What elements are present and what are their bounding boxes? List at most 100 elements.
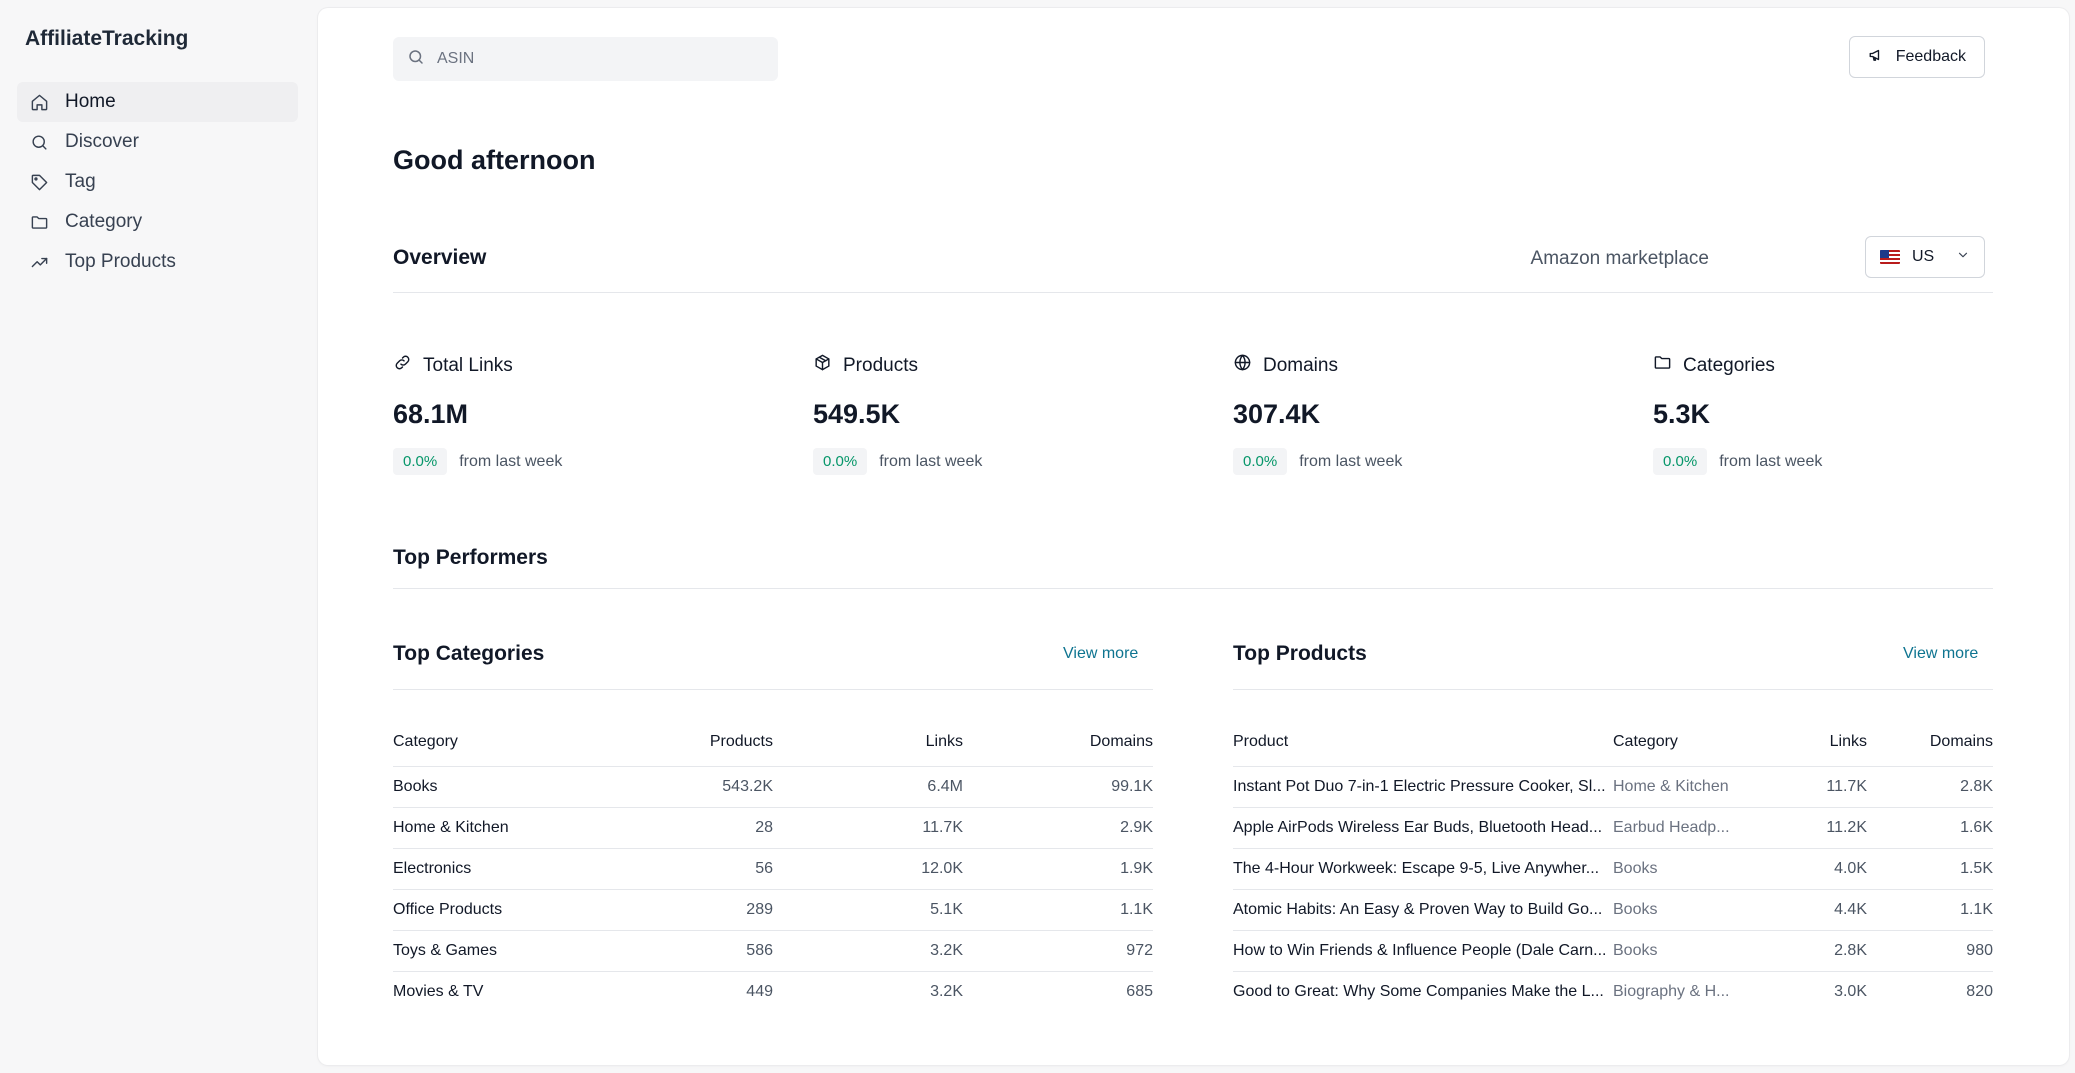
- stat-products: Products 549.5K 0.0% from last week: [813, 353, 1193, 475]
- table-cell: 449: [746, 982, 773, 1000]
- top-performers-title: Top Performers: [393, 546, 548, 569]
- table-cell: 980: [1867, 930, 1993, 972]
- table-cell: Books: [1613, 848, 1733, 890]
- table-cell: Apple AirPods Wireless Ear Buds, Bluetoo…: [1233, 807, 1613, 849]
- table-row[interactable]: Atomic Habits: An Easy & Proven Way to B…: [1233, 889, 1993, 931]
- change-badge: 0.0%: [1233, 448, 1288, 475]
- overview-title: Overview: [393, 246, 487, 269]
- table-cell: 12.0K: [773, 848, 963, 890]
- top-products-divider: [1233, 689, 1993, 690]
- search-input[interactable]: [437, 50, 757, 68]
- sidebar-item-label: Top Products: [65, 251, 176, 272]
- folder-icon: [29, 212, 49, 232]
- chevron-down-icon: [1956, 248, 1970, 267]
- sidebar: AffiliateTracking Home Discover Tag Cate…: [0, 0, 318, 1073]
- table-row[interactable]: Electronics 56 12.0K 1.9K: [393, 848, 1153, 890]
- search-box[interactable]: [393, 37, 778, 81]
- column-header[interactable]: Domains: [963, 718, 1153, 767]
- column-header[interactable]: Product: [1233, 718, 1613, 767]
- table-row[interactable]: Books 543.2K 6.4M 99.1K: [393, 766, 1153, 808]
- search-icon: [29, 132, 49, 152]
- table-cell: Office Products: [393, 889, 643, 931]
- table-cell: Biography & H...: [1613, 982, 1730, 1000]
- table-cell: 586: [643, 930, 773, 972]
- table-cell: 56: [643, 848, 773, 890]
- tag-icon: [29, 172, 49, 192]
- top-products-table: Product Category Links Domains Instant P…: [1233, 718, 1993, 1012]
- table-cell: 3.0K: [1834, 982, 1867, 1000]
- sidebar-item-discover[interactable]: Discover: [17, 122, 298, 162]
- table-cell: 972: [963, 930, 1153, 972]
- marketplace-value: US: [1912, 248, 1935, 265]
- table-header-row: Category Products Links Domains: [393, 718, 1153, 767]
- sidebar-item-top-products[interactable]: Top Products: [17, 242, 298, 282]
- change-caption: from last week: [1719, 452, 1823, 470]
- table-row[interactable]: Good to Great: Why Some Companies Make t…: [1233, 971, 1993, 1012]
- table-cell: 820: [1966, 982, 1993, 1000]
- feedback-label: Feedback: [1895, 48, 1966, 65]
- top-performers-divider: [393, 588, 1993, 589]
- change-caption: from last week: [459, 452, 563, 470]
- table-row[interactable]: Office Products 289 5.1K 1.1K: [393, 889, 1153, 931]
- link-icon: [393, 353, 423, 378]
- table-row[interactable]: Toys & Games 586 3.2K 972: [393, 930, 1153, 972]
- column-header[interactable]: Links: [1733, 718, 1867, 767]
- marketplace-label: Amazon marketplace: [1530, 248, 1709, 269]
- table-cell: 11.7K: [1733, 766, 1867, 808]
- table-cell: 5.1K: [773, 889, 963, 931]
- table-cell: 3.2K: [930, 982, 963, 1000]
- sidebar-item-label: Category: [65, 211, 143, 232]
- table-row[interactable]: Instant Pot Duo 7-in-1 Electric Pressure…: [1233, 766, 1993, 808]
- table-cell: Earbud Headp...: [1613, 807, 1733, 849]
- table-cell: Movies & TV: [393, 982, 484, 1000]
- table-cell: Books: [1613, 889, 1733, 931]
- top-categories-view-more-link[interactable]: View more: [1063, 645, 1138, 663]
- column-header[interactable]: Domains: [1867, 718, 1993, 767]
- stat-label: Total Links: [423, 354, 513, 376]
- stat-label: Products: [843, 354, 918, 376]
- table-cell: 2.9K: [963, 807, 1153, 849]
- table-row[interactable]: How to Win Friends & Influence People (D…: [1233, 930, 1993, 972]
- top-categories-table: Category Products Links Domains Books 543…: [393, 718, 1153, 1012]
- column-header[interactable]: Links: [773, 718, 963, 767]
- table-row[interactable]: Movies & TV 449 3.2K 685: [393, 971, 1153, 1012]
- trending-up-icon: [29, 252, 49, 272]
- table-cell: 685: [1126, 982, 1153, 1000]
- table-cell: 2.8K: [1733, 930, 1867, 972]
- table-cell: 99.1K: [963, 766, 1153, 808]
- table-row[interactable]: Home & Kitchen 28 11.7K 2.9K: [393, 807, 1153, 849]
- column-header[interactable]: Category: [393, 718, 643, 767]
- table-cell: 11.2K: [1733, 807, 1867, 849]
- table-cell: 4.0K: [1733, 848, 1867, 890]
- home-icon: [29, 92, 49, 112]
- stat-value: 68.1M: [393, 399, 469, 429]
- stat-domains: Domains 307.4K 0.0% from last week: [1233, 353, 1613, 475]
- table-cell: Instant Pot Duo 7-in-1 Electric Pressure…: [1233, 766, 1613, 808]
- feedback-button[interactable]: Feedback: [1848, 36, 1985, 78]
- table-cell: How to Win Friends & Influence People (D…: [1233, 930, 1613, 972]
- sidebar-item-label: Discover: [65, 131, 139, 152]
- table-cell: Books: [393, 766, 643, 808]
- table-cell: Electronics: [393, 848, 643, 890]
- top-products-view-more-link[interactable]: View more: [1903, 645, 1978, 663]
- stat-value: 5.3K: [1653, 399, 1711, 429]
- table-row[interactable]: The 4-Hour Workweek: Escape 9-5, Live An…: [1233, 848, 1993, 890]
- column-header[interactable]: Products: [643, 718, 773, 767]
- table-cell: 4.4K: [1733, 889, 1867, 931]
- overview-divider: [393, 292, 1993, 293]
- change-badge: 0.0%: [813, 448, 868, 475]
- package-icon: [813, 353, 843, 378]
- sidebar-item-home[interactable]: Home: [17, 82, 298, 122]
- table-cell: The 4-Hour Workweek: Escape 9-5, Live An…: [1233, 848, 1613, 890]
- search-icon: [407, 48, 425, 71]
- column-header[interactable]: Category: [1613, 718, 1733, 767]
- sidebar-item-tag[interactable]: Tag: [17, 162, 298, 202]
- table-row[interactable]: Apple AirPods Wireless Ear Buds, Bluetoo…: [1233, 807, 1993, 849]
- sidebar-nav: Home Discover Tag Category Top Products: [17, 82, 298, 282]
- sidebar-item-category[interactable]: Category: [17, 202, 298, 242]
- app-logo[interactable]: AffiliateTracking: [25, 27, 188, 51]
- globe-icon: [1233, 353, 1263, 378]
- marketplace-select[interactable]: US: [1865, 236, 1985, 278]
- table-cell: Home & Kitchen: [1613, 766, 1733, 808]
- table-cell: Atomic Habits: An Easy & Proven Way to B…: [1233, 889, 1613, 931]
